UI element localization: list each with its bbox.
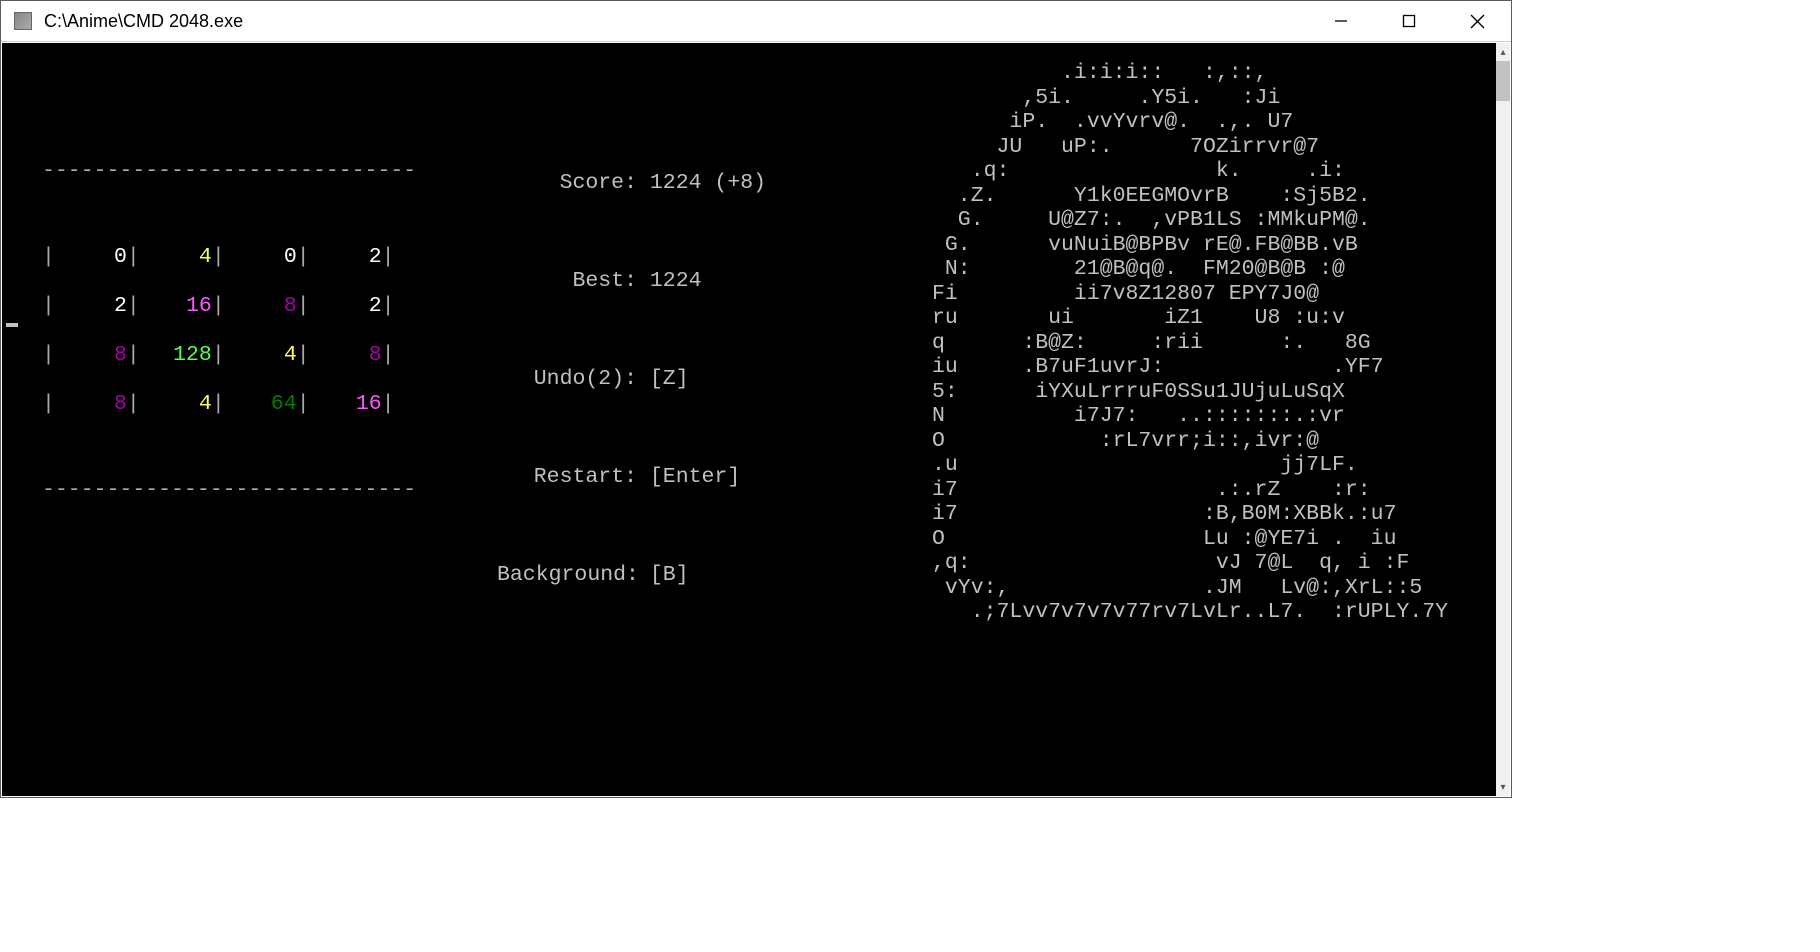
app-window: C:\Anime\CMD 2048.exe ------------------… xyxy=(0,0,1512,798)
minimize-button[interactable] xyxy=(1307,1,1375,41)
board-cell: 8 xyxy=(55,380,127,429)
cell-divider: | xyxy=(42,245,55,269)
board-cell: 4 xyxy=(140,380,212,429)
minimize-icon xyxy=(1334,14,1348,28)
best-value: 1224 xyxy=(650,269,702,293)
background-key: [B] xyxy=(650,563,689,587)
cell-divider: | xyxy=(382,245,395,269)
cell-divider: | xyxy=(297,245,310,269)
board-border-top: ----------------------------- xyxy=(42,159,416,183)
close-button[interactable] xyxy=(1443,1,1511,41)
cell-divider: | xyxy=(382,294,395,318)
console-area[interactable]: ----------------------------- |0|4|0|2||… xyxy=(2,43,1496,796)
window-controls xyxy=(1307,1,1511,41)
cell-divider: | xyxy=(382,343,395,367)
board-cell: 64 xyxy=(225,380,297,429)
scroll-up-button[interactable]: ▴ xyxy=(1496,43,1510,61)
maximize-icon xyxy=(1402,14,1416,28)
cell-divider: | xyxy=(297,294,310,318)
board-cell: 0 xyxy=(55,233,127,282)
board-row: |0|4|0|2| xyxy=(42,233,402,282)
cell-divider: | xyxy=(212,294,225,318)
app-icon xyxy=(14,12,32,30)
undo-label: Undo(2): xyxy=(497,355,637,404)
scroll-down-button[interactable]: ▾ xyxy=(1496,778,1510,796)
text-cursor xyxy=(6,323,18,327)
board-cell: 16 xyxy=(140,282,212,331)
scroll-thumb[interactable] xyxy=(1496,61,1510,101)
cell-divider: | xyxy=(212,392,225,416)
board-row: |8|128|4|8| xyxy=(42,331,402,380)
background-label: Background: xyxy=(497,551,637,600)
cell-divider: | xyxy=(42,294,55,318)
cell-divider: | xyxy=(212,343,225,367)
board-cell: 2 xyxy=(310,233,382,282)
board-cell: 8 xyxy=(225,282,297,331)
board-cell: 4 xyxy=(140,233,212,282)
board-row: |8|4|64|16| xyxy=(42,380,402,429)
cell-divider: | xyxy=(297,392,310,416)
cell-divider: | xyxy=(42,392,55,416)
board-cell: 2 xyxy=(310,282,382,331)
board-cell: 8 xyxy=(310,331,382,380)
board-cell: 16 xyxy=(310,380,382,429)
board-cell: 0 xyxy=(225,233,297,282)
score-label: Score: xyxy=(497,159,637,208)
window-title: C:\Anime\CMD 2048.exe xyxy=(44,1,1307,42)
board-cell: 2 xyxy=(55,282,127,331)
ascii-art: .i:i:i:: :,::, ,5i. .Y5i. :Ji iP. .vvYvr… xyxy=(932,61,1448,625)
cell-divider: | xyxy=(212,245,225,269)
cell-divider: | xyxy=(297,343,310,367)
cell-divider: | xyxy=(127,294,140,318)
undo-key: [Z] xyxy=(650,367,689,391)
cell-divider: | xyxy=(127,245,140,269)
maximize-button[interactable] xyxy=(1375,1,1443,41)
score-value: 1224 (+8) xyxy=(650,171,766,195)
game-board: ----------------------------- |0|4|0|2||… xyxy=(42,110,402,551)
info-panel: Score: 1224 (+8) Best: 1224 Undo(2): [Z]… xyxy=(402,110,766,649)
cell-divider: | xyxy=(382,392,395,416)
cell-divider: | xyxy=(42,343,55,367)
board-border-bottom: ----------------------------- xyxy=(42,478,416,502)
cell-divider: | xyxy=(127,343,140,367)
close-icon xyxy=(1470,14,1485,29)
cell-divider: | xyxy=(127,392,140,416)
board-row: |2|16|8|2| xyxy=(42,282,402,331)
titlebar[interactable]: C:\Anime\CMD 2048.exe xyxy=(1,1,1511,42)
best-label: Best: xyxy=(497,257,637,306)
board-cell: 4 xyxy=(225,331,297,380)
scrollbar-vertical[interactable]: ▴ ▾ xyxy=(1496,43,1510,796)
board-cell: 8 xyxy=(55,331,127,380)
board-cell: 128 xyxy=(140,331,212,380)
restart-label: Restart: xyxy=(497,453,637,502)
restart-key: [Enter] xyxy=(650,465,740,489)
